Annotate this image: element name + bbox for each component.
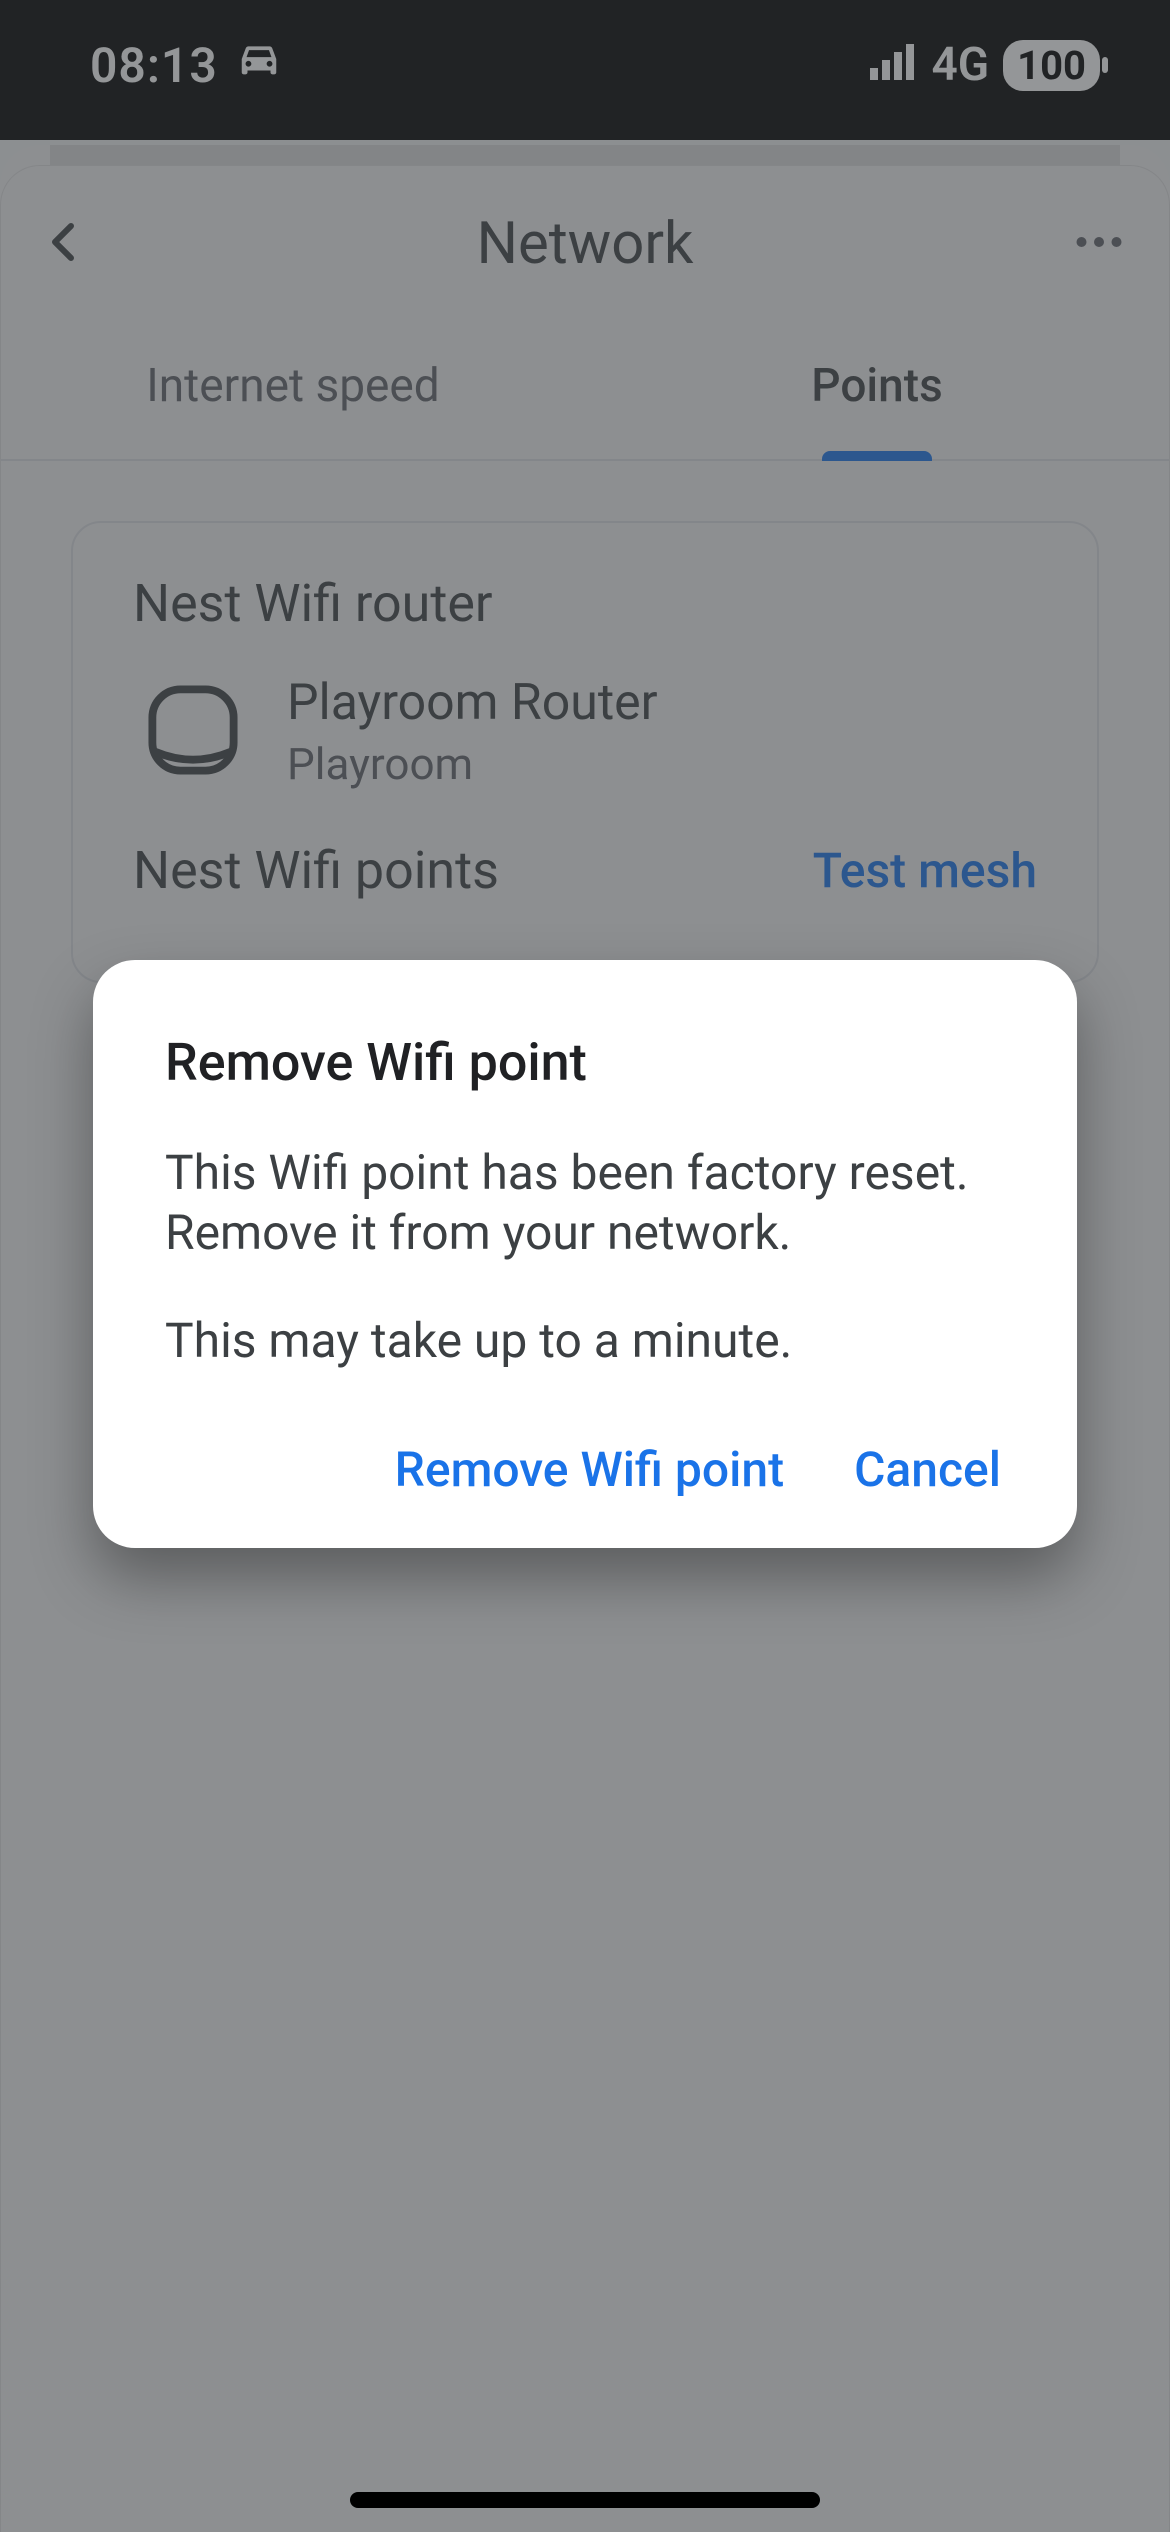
dialog-title: Remove Wifi point (165, 1032, 1005, 1093)
remove-wifi-dialog: Remove Wifi point This Wifi point has be… (93, 960, 1077, 1548)
dialog-actions: Remove Wifi point Cancel (165, 1441, 1005, 1498)
home-indicator[interactable] (350, 2492, 820, 2508)
dialog-body: This Wifi point has been factory reset. … (165, 1143, 1005, 1371)
confirm-remove-button[interactable]: Remove Wifi point (395, 1441, 784, 1498)
dialog-line2: This may take up to a minute. (165, 1311, 1005, 1371)
cancel-button[interactable]: Cancel (854, 1441, 1001, 1498)
dialog-line1: This Wifi point has been factory reset. … (165, 1143, 1005, 1263)
